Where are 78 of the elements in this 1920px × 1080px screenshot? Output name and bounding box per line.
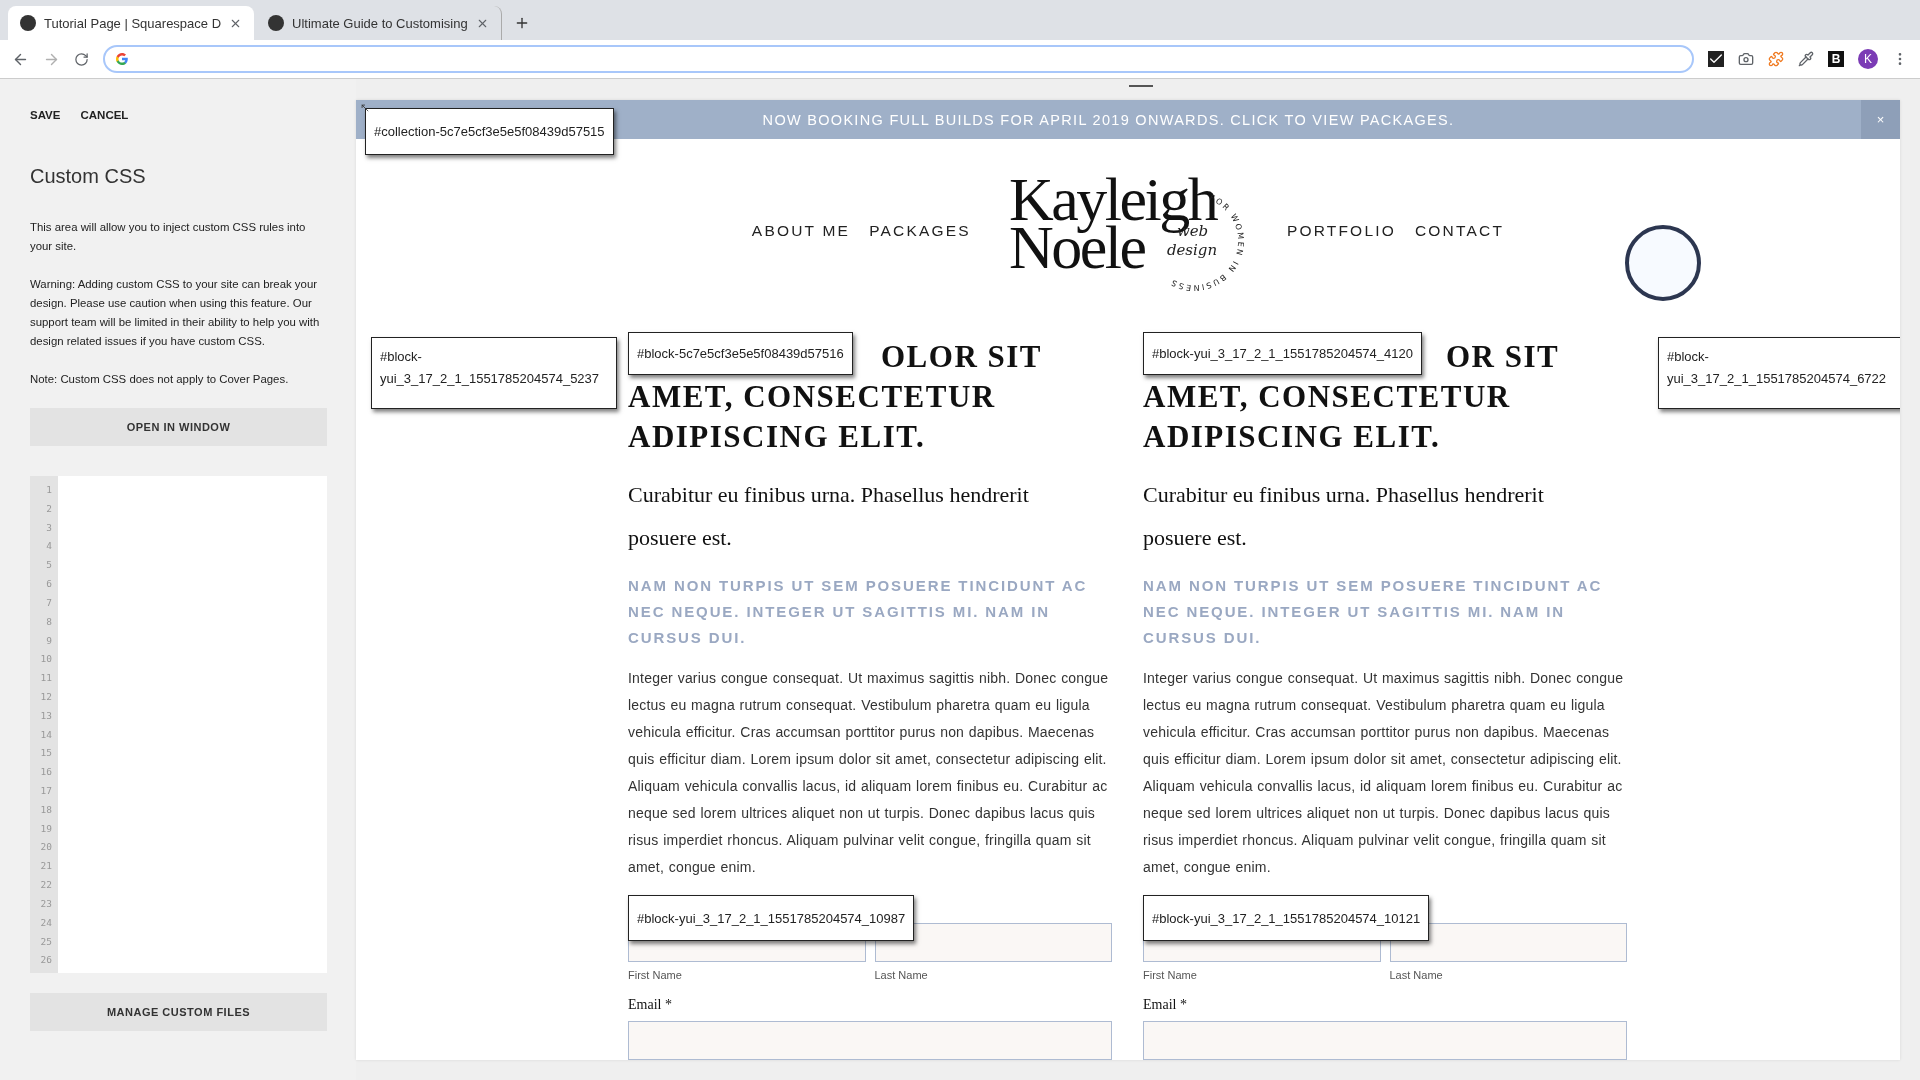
heading-line: OR SIT <box>1446 338 1560 376</box>
block-id-tooltip: #block-yui_3_17_2_1_1551785204574_6722 <box>1658 337 1900 409</box>
section-subtitle: Curabitur eu finibus urna. Phasellus hendrerit posuere est. <box>628 481 1030 552</box>
line-number: 12 <box>40 690 53 704</box>
field-caption: First Name <box>1143 969 1198 981</box>
heading-line: AMET, CONSECTETUR <box>1143 378 1511 416</box>
panel-action-button[interactable]: CANCEL <box>80 109 129 121</box>
reload-icon[interactable] <box>74 51 89 67</box>
panel-title: Custom CSS <box>30 165 147 188</box>
manage-files-button[interactable]: MANAGE CUSTOM FILES <box>30 993 327 1031</box>
email-label: Email * <box>1143 997 1188 1013</box>
block-id-tooltip: #block-yui_3_17_2_1_1551785204574_4120 <box>1143 332 1422 375</box>
line-number: 25 <box>40 935 53 949</box>
block-id-tooltip: #block-yui_3_17_2_1_1551785204574_10987 <box>628 895 915 941</box>
line-number: 19 <box>40 822 53 836</box>
panel-description: Note: Custom CSS does not apply to Cover Pages. <box>30 372 290 387</box>
checkbox-icon[interactable] <box>1708 51 1724 67</box>
line-number: 8 <box>46 615 53 629</box>
line-number: 26 <box>40 954 53 968</box>
line-number: 9 <box>46 634 53 648</box>
heading-line: ADIPISCING ELIT. <box>1143 418 1441 456</box>
body-paragraph: Integer varius congue consequat. Ut maximus sagittis nibh. Donec congue lectus eu magna rutrum consequat. Vestibulum pharetra quam eu ligula vehicula efficitur. Cras accumsan porttitor purus non dapibus. Maecenas quis efficitur diam. Lorem ipsum dolor sit amet, consectetur adipiscing elit. Aliquam vehicula convallis lacus, id aliquam lorem finibus eu. Curabitur ac neque sed lorem ultrices aliquet non ut turpis. Donec dapibus lacus quis risus imperdiet rhoncus. Aliquam pulvinar velit congue, fringilla quam sit amet, congue enim. <box>628 669 1110 877</box>
extension-button[interactable]: B <box>1828 51 1844 67</box>
line-number: 7 <box>46 596 53 610</box>
nav-link[interactable]: CONTACT <box>1414 222 1505 240</box>
panel-description: This area will allow you to inject custom CSS rules into your site. <box>30 220 307 254</box>
block-id-tooltip: #collection-5c7e5cf3e5e5f08439d57515 <box>365 108 614 155</box>
line-number: 23 <box>40 897 53 911</box>
nav-link[interactable]: PORTFOLIO <box>1286 222 1396 240</box>
line-number: 24 <box>40 916 53 930</box>
browser-tab[interactable]: Tutorial Page | Squarespace D <box>8 6 255 40</box>
field-caption: First Name <box>628 969 683 981</box>
line-number: 5 <box>46 559 53 573</box>
section-tagline: NAM NON TURPIS UT SEM POSUERE TINCIDUNT AC NEC NEQUE. INTEGER UT SAGITTIS MI. NAM IN CURSUS DUI. <box>1143 576 1604 648</box>
line-number: 3 <box>46 521 53 535</box>
line-number: 2 <box>46 502 53 516</box>
line-number: 11 <box>40 672 53 686</box>
email-label: Email * <box>628 997 673 1013</box>
open-in-window-button[interactable]: OPEN IN WINDOW <box>30 408 327 446</box>
line-number: 4 <box>46 540 53 554</box>
section-tagline: NAM NON TURPIS UT SEM POSUERE TINCIDUNT AC NEC NEQUE. INTEGER UT SAGITTIS MI. NAM IN CURSUS DUI. <box>628 576 1089 648</box>
line-number: 15 <box>40 747 53 761</box>
line-number: 6 <box>46 578 53 592</box>
heading-line: ADIPISCING ELIT. <box>628 418 926 456</box>
drag-handle[interactable] <box>1129 85 1153 87</box>
eyedropper-icon[interactable] <box>1798 51 1814 67</box>
email-field[interactable] <box>1143 1021 1627 1060</box>
line-number: 21 <box>40 860 53 874</box>
nav-link[interactable]: ABOUT ME <box>751 222 851 240</box>
profile-avatar[interactable]: K <box>1858 49 1878 69</box>
camera-icon[interactable] <box>1738 51 1754 67</box>
field-caption: Last Name <box>1389 969 1444 981</box>
panel-description: Warning: Adding custom CSS to your site can break your design. Please use caution when using this feature. Our support team will be limited in their ability to help you with design related issues if you have custom CSS. <box>30 277 321 349</box>
heading-line: AMET, CONSECTETUR <box>628 378 996 416</box>
block-id-tooltip: #block-yui_3_17_2_1_1551785204574_5237 <box>371 337 617 409</box>
line-number: 20 <box>40 841 53 855</box>
line-number: 14 <box>40 728 53 742</box>
nav-link[interactable]: PACKAGES <box>869 222 971 240</box>
block-id-tooltip: #block-5c7e5cf3e5e5f08439d57516 <box>628 332 853 375</box>
favicon-icon <box>268 15 285 31</box>
google-logo-icon <box>115 52 129 66</box>
line-number: 13 <box>40 709 53 723</box>
puzzle-icon[interactable] <box>1768 51 1784 67</box>
corner-arrow-icon[interactable] <box>360 103 370 113</box>
line-number: 17 <box>40 785 53 798</box>
email-field[interactable] <box>628 1021 1112 1060</box>
line-number: 18 <box>40 803 53 817</box>
section-subtitle: Curabitur eu finibus urna. Phasellus hendrerit posuere est. <box>1143 481 1545 552</box>
line-number: 16 <box>40 766 53 780</box>
line-number: 22 <box>40 879 53 893</box>
field-caption: Last Name <box>874 969 929 981</box>
block-id-tooltip: #block-yui_3_17_2_1_1551785204574_10121 <box>1143 895 1430 941</box>
line-number: 10 <box>40 653 53 667</box>
favicon-icon <box>20 15 36 31</box>
line-number: 1 <box>46 484 53 497</box>
panel-action-button[interactable]: SAVE <box>30 109 61 121</box>
heading-line: OLOR SIT <box>881 338 1043 376</box>
body-paragraph: Integer varius congue consequat. Ut maximus sagittis nibh. Donec congue lectus eu magna rutrum consequat. Vestibulum pharetra quam eu ligula vehicula efficitur. Cras accumsan porttitor purus non dapibus. Maecenas quis efficitur diam. Lorem ipsum dolor sit amet, consectetur adipiscing elit. Aliquam vehicula convallis lacus, id aliquam lorem finibus eu. Curabitur ac neque sed lorem ultrices aliquet non ut turpis. Donec dapibus lacus quis risus imperdiet rhoncus. Aliquam pulvinar velit congue, fringilla quam sit amet, congue enim. <box>1143 669 1625 877</box>
